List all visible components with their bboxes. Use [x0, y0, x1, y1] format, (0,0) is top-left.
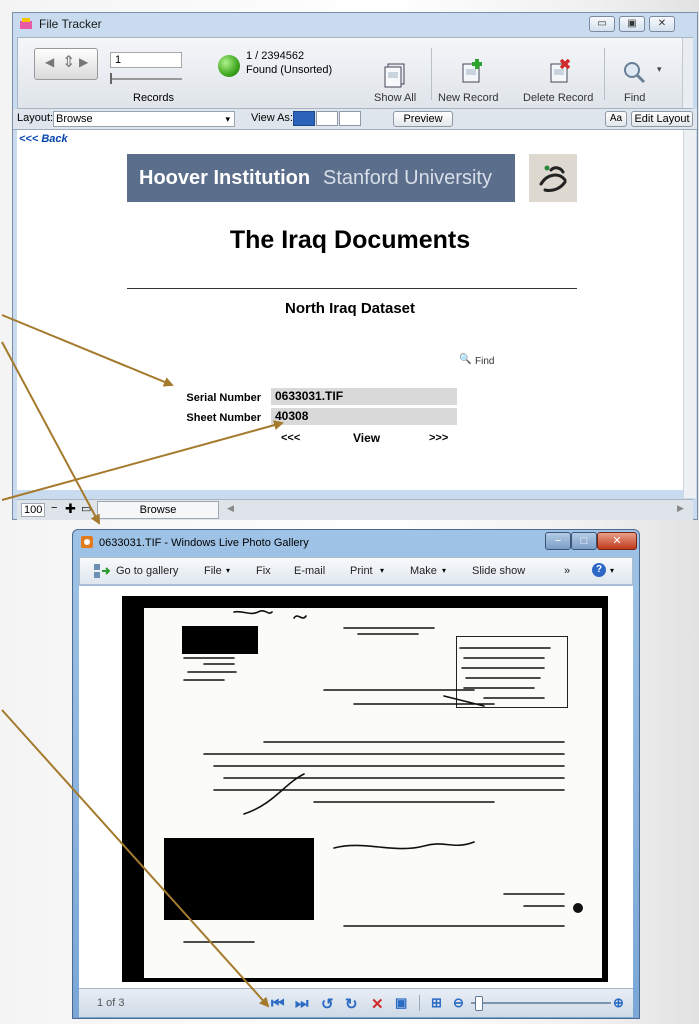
arrow-to-navigation — [1, 709, 270, 1008]
annotation-arrows — [1, 314, 284, 1008]
arrow-to-view-link — [1, 420, 284, 501]
arrow-to-serial-number — [1, 314, 174, 387]
